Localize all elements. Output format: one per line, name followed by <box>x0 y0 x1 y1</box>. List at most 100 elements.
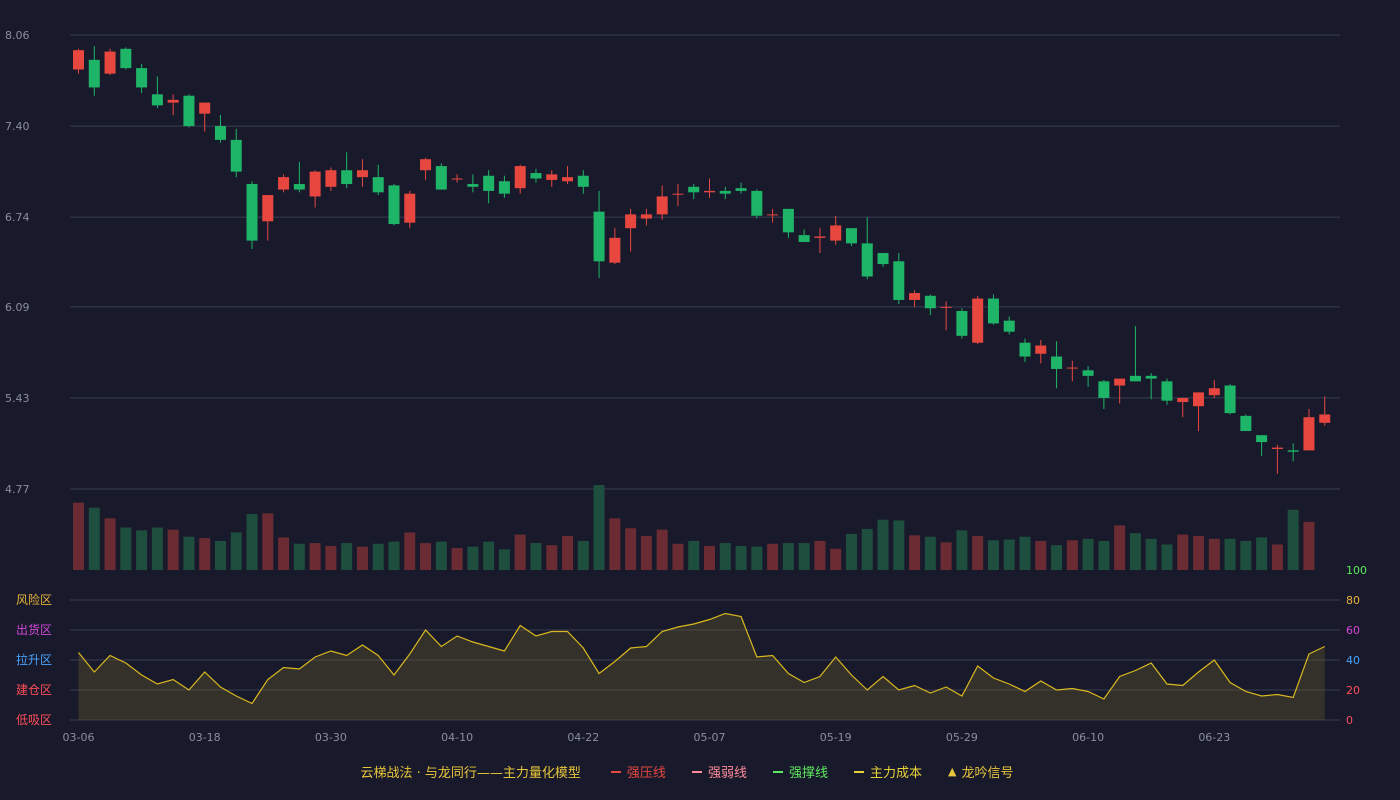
volume-bar <box>987 540 999 570</box>
volume-bar <box>230 532 242 570</box>
volume-bar <box>893 520 905 570</box>
candle-body <box>940 306 952 308</box>
candle-body <box>435 166 447 190</box>
oscillator-tick-label: 40 <box>1346 654 1360 667</box>
candle-body <box>1098 381 1110 398</box>
candle-body <box>877 253 889 265</box>
candle-body <box>814 236 826 238</box>
candle-body <box>88 59 100 88</box>
volume-bar <box>656 529 668 570</box>
volume-bar <box>562 536 574 570</box>
volume-bar <box>1114 525 1126 570</box>
candle-body <box>293 184 305 190</box>
candle-body <box>562 177 574 182</box>
candle-body <box>309 171 321 197</box>
volume-bar <box>830 548 842 570</box>
volume-bar <box>577 540 589 570</box>
volume-bar <box>1303 521 1315 570</box>
oscillator-tick-label: 100 <box>1346 564 1367 577</box>
price-tick-label: 5.43 <box>5 392 30 405</box>
legend-item-strong-support[interactable]: 强撑线 <box>772 762 828 781</box>
candle-body <box>1114 378 1126 386</box>
volume-bar <box>73 502 84 570</box>
volume-bar <box>435 541 447 570</box>
zone-label: 拉升区 <box>16 652 52 667</box>
volume-bar <box>909 535 921 570</box>
legend-item-strength-weakness[interactable]: 强弱线 <box>691 762 747 781</box>
volume-bar <box>514 534 526 570</box>
volume-bar <box>530 543 542 570</box>
volume-bar <box>972 536 984 570</box>
strength-weakness-line-swatch <box>691 770 702 773</box>
volume-bar <box>136 530 148 570</box>
stock-chart-svg: 8.06 7.40 6.74 6.09 5.43 4.77 100 80 60 40 20 0 风险区出… <box>5 29 1367 744</box>
candle-body <box>1256 435 1268 443</box>
candle-body <box>404 193 416 223</box>
candle-body <box>830 225 842 241</box>
volume-bar <box>199 538 211 570</box>
volume-bar <box>483 541 495 570</box>
volume-bar <box>1256 537 1268 570</box>
volume-bar <box>183 536 195 570</box>
oscillator-area <box>78 613 1325 720</box>
legend-item-dragon-signal[interactable]: ▲ 龙吟信号 <box>948 762 1013 781</box>
volume-bar <box>451 548 463 570</box>
candle-body <box>136 68 148 88</box>
volume-bar <box>1271 544 1283 570</box>
candle-body <box>451 178 463 180</box>
zone-label: 低吸区 <box>16 713 52 727</box>
candle-body <box>593 211 605 262</box>
candle-body <box>388 185 400 225</box>
candle-body <box>372 177 384 193</box>
volume-bar <box>861 528 873 570</box>
volume-bar <box>546 545 558 570</box>
candle-body <box>782 208 794 233</box>
candle-body <box>798 235 810 242</box>
volume-bar <box>782 543 794 570</box>
candle-body <box>514 166 526 189</box>
volume-bar <box>104 518 116 570</box>
price-tick-label: 7.40 <box>5 120 30 133</box>
candle-body <box>719 190 731 194</box>
volume-bar <box>1240 540 1252 570</box>
price-tick-label: 6.74 <box>5 211 30 224</box>
volume-bar <box>309 543 321 570</box>
candle-body <box>1035 345 1047 354</box>
candle-body <box>1161 381 1173 401</box>
volume-bar <box>262 513 274 570</box>
volume-bar <box>1287 509 1299 570</box>
candle-body <box>1066 367 1078 369</box>
date-tick-label: 05-29 <box>946 731 978 744</box>
volume-bar <box>498 549 510 570</box>
candle-body <box>625 214 637 229</box>
volume-bar <box>1019 536 1031 570</box>
candle-body <box>956 310 968 336</box>
candle-body <box>577 175 589 187</box>
date-tick-label: 04-22 <box>567 731 599 744</box>
volume-bar <box>735 545 747 570</box>
volume-bar <box>1177 534 1189 570</box>
triangle-up-icon: ▲ <box>947 765 957 778</box>
legend-item-main-cost[interactable]: 主力成本 <box>853 762 922 781</box>
date-tick-label: 03-30 <box>315 731 347 744</box>
candle-body <box>1224 385 1236 414</box>
candle-body <box>672 193 684 195</box>
candle-body <box>1019 342 1031 357</box>
strong-pressure-line-swatch <box>610 770 621 773</box>
candle-body <box>546 174 558 180</box>
candle-body <box>325 170 337 187</box>
candle-body <box>1193 392 1205 407</box>
candle-body <box>656 196 668 215</box>
candle-body <box>1051 356 1063 369</box>
volume-bar <box>120 527 132 570</box>
candle-body <box>609 237 621 263</box>
candle-body <box>214 126 226 140</box>
volume-bar <box>404 532 416 570</box>
legend-label: 龙吟信号 <box>961 766 1014 781</box>
legend-item-strong-pressure[interactable]: 强压线 <box>610 762 666 781</box>
candle-body <box>861 243 873 277</box>
volume-bar <box>1035 540 1047 570</box>
volume-bar <box>1066 540 1078 570</box>
strong-support-line-swatch <box>772 770 783 773</box>
zone-label: 风险区 <box>16 592 52 607</box>
